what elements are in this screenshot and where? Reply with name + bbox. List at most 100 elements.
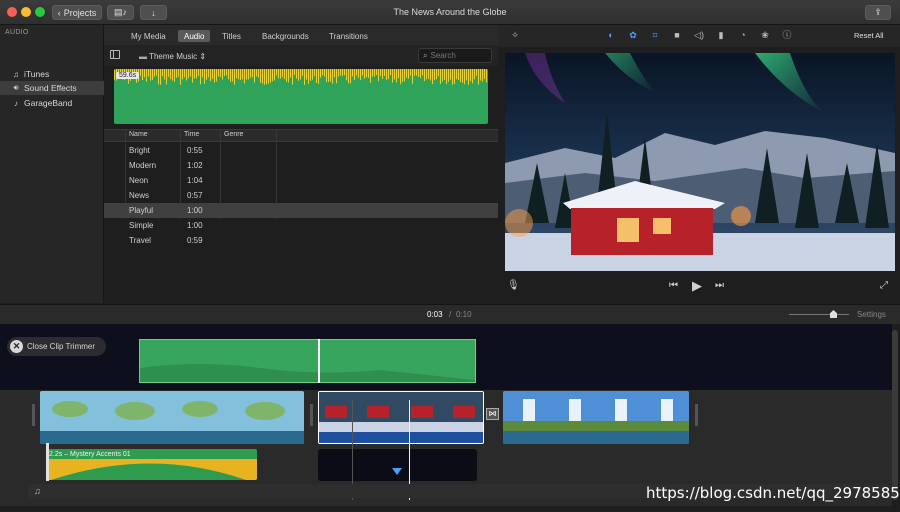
waveform-peak: [182, 69, 183, 80]
waveform-peak: [460, 69, 461, 83]
waveform-peak: [144, 69, 145, 78]
waveform-peak: [250, 69, 251, 78]
search-input[interactable]: ⌕ Search: [418, 48, 492, 63]
list-item[interactable]: Simple 1:00: [104, 218, 498, 233]
waveform-peak: [264, 69, 265, 85]
waveform-peak: [322, 69, 323, 76]
info-icon[interactable]: ⓘ: [781, 29, 793, 41]
waveform-peak: [356, 69, 357, 76]
audio-clip-handle[interactable]: [46, 443, 49, 481]
fullscreen-icon[interactable]: ⤢: [880, 280, 888, 291]
list-item[interactable]: Travel 0:59: [104, 233, 498, 248]
waveform-peak: [470, 69, 471, 82]
video-clip-waterfall[interactable]: [503, 391, 689, 444]
zoom-slider[interactable]: [789, 314, 849, 315]
waveform-peak: [378, 69, 379, 82]
sidebar-item-itunes[interactable]: ♫ iTunes: [0, 67, 104, 81]
waveform-peak: [446, 69, 447, 85]
waveform-peak: [242, 69, 243, 80]
waveform-peak: [480, 69, 481, 81]
playhead-marker-icon[interactable]: [392, 468, 402, 475]
waveform-peak: [184, 69, 185, 78]
time-separator: /: [449, 310, 452, 319]
waveform-peak: [222, 69, 223, 80]
crop-icon[interactable]: ⌗: [649, 29, 661, 41]
track-edge-handle[interactable]: [32, 404, 35, 426]
waveform-peak: [428, 69, 429, 79]
waveform-peak: [328, 69, 329, 82]
reset-all-button[interactable]: Reset All: [854, 31, 884, 40]
music-note-icon: ♫: [13, 69, 19, 79]
play-icon[interactable]: ▶: [692, 278, 702, 294]
filter-icon[interactable]: ❀: [759, 29, 771, 41]
waveform-peak: [448, 69, 449, 82]
source-popup[interactable]: ▬ Theme Music ⇕: [139, 52, 206, 61]
waveform-peak: [396, 69, 397, 83]
video-clip-map[interactable]: [40, 391, 304, 444]
sidebar-item-sound-effects[interactable]: 🔊︎ Sound Effects: [0, 81, 104, 95]
waveform-peak: [386, 69, 387, 80]
waveform-peak: [420, 69, 421, 79]
waveform-peak: [456, 69, 457, 80]
equalizer-icon[interactable]: ▮: [715, 29, 727, 41]
waveform-peak: [210, 69, 211, 82]
settings-button[interactable]: Settings: [857, 310, 886, 319]
sidebar-toggle-icon[interactable]: [110, 50, 120, 59]
color-balance-icon[interactable]: ◐: [605, 29, 617, 41]
audio-waveform-preview[interactable]: [114, 69, 488, 124]
waveform-peak: [438, 69, 439, 77]
share-button[interactable]: ⇪: [865, 5, 891, 20]
speed-icon[interactable]: ◔: [737, 29, 749, 41]
sidebar-item-garageband[interactable]: ♪ GarageBand: [0, 96, 104, 110]
skip-forward-icon[interactable]: ⏭︎: [715, 280, 724, 291]
track-edge-handle[interactable]: [695, 404, 698, 426]
tab-my-media[interactable]: My Media: [125, 30, 172, 42]
list-item[interactable]: Neon 1:04: [104, 173, 498, 188]
search-icon: ⌕: [423, 50, 428, 60]
close-clip-trimmer-button[interactable]: ✕ Close Clip Trimmer: [7, 337, 106, 356]
video-preview[interactable]: [505, 53, 895, 271]
waveform-peak: [226, 69, 227, 76]
waveform-peak: [198, 69, 199, 76]
waveform-peak: [140, 69, 141, 76]
tab-audio[interactable]: Audio: [178, 30, 211, 42]
tab-transitions[interactable]: Transitions: [323, 30, 374, 42]
total-time: 0:10: [456, 310, 472, 319]
list-header: [104, 129, 498, 142]
list-item[interactable]: Modern 1:02: [104, 158, 498, 173]
waveform-peak: [194, 69, 195, 79]
waveform-peak: [394, 69, 395, 80]
waveform-peak: [414, 69, 415, 76]
trim-handle[interactable]: [318, 339, 320, 383]
column-name[interactable]: Name: [129, 131, 148, 138]
magic-wand-icon[interactable]: ✧: [509, 29, 521, 41]
microphone-icon[interactable]: 🎙︎: [507, 280, 520, 291]
list-item[interactable]: News 0:57: [104, 188, 498, 203]
list-item-selected[interactable]: Playful 1:00: [104, 203, 498, 218]
waveform-peak: [146, 69, 147, 82]
tab-backgrounds[interactable]: Backgrounds: [256, 30, 315, 42]
color-palette-icon[interactable]: ✿: [627, 29, 639, 41]
waveform-peak: [246, 69, 247, 80]
waveform-peak: [162, 69, 163, 77]
waveform-peak: [452, 69, 453, 85]
waveform-peak: [310, 69, 311, 81]
waveform-peak: [430, 69, 431, 81]
skip-back-icon[interactable]: ⏮︎: [669, 280, 678, 291]
video-camera-icon[interactable]: ■: [671, 29, 683, 41]
video-clip-cabin-selected[interactable]: [318, 391, 484, 444]
list-item[interactable]: Bright 0:55: [104, 143, 498, 158]
column-genre[interactable]: Genre: [224, 131, 243, 138]
waveform-peak: [474, 69, 475, 80]
waveform-peak: [358, 69, 359, 78]
clip-edge-handle[interactable]: [310, 404, 313, 426]
waveform-peak: [186, 69, 187, 81]
tab-titles[interactable]: Titles: [216, 30, 247, 42]
transition-icon[interactable]: ⋈: [486, 408, 499, 420]
vertical-scrollbar[interactable]: [892, 330, 898, 500]
volume-icon[interactable]: ◁): [693, 29, 705, 41]
waveform-peak: [164, 69, 165, 80]
trim-audio-clip[interactable]: [139, 339, 476, 383]
column-time[interactable]: Time: [184, 131, 199, 138]
music-note-icon: ♫: [34, 486, 41, 496]
